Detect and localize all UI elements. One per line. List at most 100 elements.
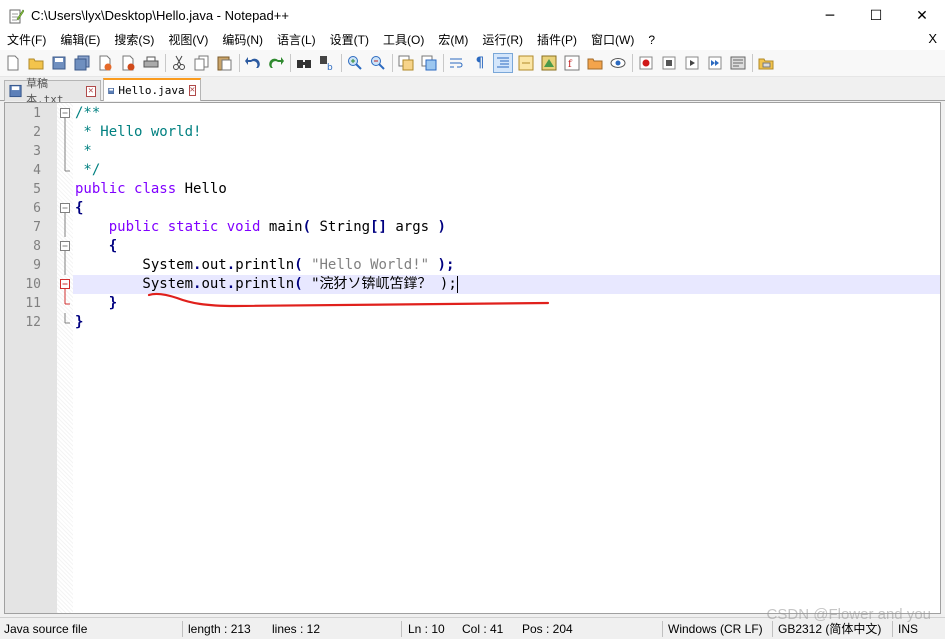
stop-record-icon[interactable] [660,54,678,72]
menu-help[interactable]: ? [641,31,662,50]
menu-run[interactable]: 运行(R) [475,31,530,50]
fold-marker[interactable] [60,199,71,218]
menu-tools[interactable]: 工具(O) [376,31,431,50]
tab-scratch[interactable]: 草稿本.txt ✕ [4,77,101,106]
replace-icon[interactable]: b [318,54,336,72]
status-position: Pos : 204 [522,622,573,636]
doc-map-icon[interactable] [540,54,558,72]
status-file-type: Java source file [4,622,88,636]
code-token: * Hello world! [75,124,202,140]
menu-plugins[interactable]: 插件(P) [530,31,584,50]
fold-marker[interactable] [60,275,71,294]
redo-icon[interactable] [267,54,285,72]
code-line[interactable]: 2 * Hello world! [33,123,940,142]
close-icon[interactable] [96,54,114,72]
indent-guide-icon[interactable] [493,53,513,73]
menu-language[interactable]: 语言(L) [270,31,323,50]
code-line[interactable]: 9 System.out.println( "Hello World!" ); [33,256,940,275]
maximize-button[interactable]: ☐ [853,0,899,31]
saved-file-icon [9,84,22,98]
fold-marker[interactable] [60,237,71,256]
menu-search[interactable]: 搜索(S) [107,31,161,50]
folder-workspace-icon[interactable] [586,54,604,72]
code-text: System.out.println( "浣犲ソ锛屼笘鐣？ ); [75,275,458,294]
run-macro-multiple-icon[interactable] [706,54,724,72]
launch-browser-icon[interactable] [757,54,775,72]
watermark: CSDN @Flower and you [766,606,931,623]
code-token: } [108,295,118,311]
minimize-button[interactable]: ─ [807,0,853,31]
menu-encoding[interactable]: 编码(N) [215,31,270,50]
line-number: 7 [33,220,41,235]
code-token: ( [294,276,303,292]
play-macro-icon[interactable] [683,54,701,72]
code-line[interactable]: 6{ [33,199,940,218]
show-all-chars-icon[interactable]: ¶ [471,54,489,72]
code-line[interactable]: 7 public static void main( String[] args… [33,218,940,237]
tab-close-icon[interactable]: ✕ [188,85,196,96]
find-icon[interactable] [295,54,313,72]
close-window-button[interactable]: ✕ [899,0,945,31]
menu-view[interactable]: 视图(V) [161,31,215,50]
line-number: 1 [33,106,41,121]
toolbar-separator [341,54,342,72]
tab-bar: 草稿本.txt ✕ Hello.java ✕ [0,77,945,106]
udl-icon[interactable] [517,54,535,72]
code-editor[interactable]: 1/** 2 * Hello world! 3 * 4 */5 public class… [4,102,941,614]
record-macro-icon[interactable] [637,54,655,72]
code-token: . [226,257,236,273]
save-all-icon[interactable] [73,54,91,72]
code-token: println [235,257,295,273]
code-token: */ [75,162,101,178]
status-eol[interactable]: Windows (CR LF) [668,618,763,639]
code-line[interactable]: 1 /** [33,104,940,123]
sync-vertical-icon[interactable] [397,54,415,72]
saved-file-icon [108,87,115,94]
code-line[interactable]: 8 { [33,237,940,256]
print-icon[interactable] [142,54,160,72]
menu-file[interactable]: 文件(F) [0,31,53,50]
code-token: class [134,181,177,197]
fold-marker[interactable] [60,104,71,123]
code-line[interactable]: 10 System.out.println( "浣犲ソ锛屼笘鐣？ ); [25,275,940,294]
code-area[interactable]: 1/** 2 * Hello world! 3 * 4 */5 public class… [25,104,940,332]
save-icon[interactable] [50,54,68,72]
tab-label: Hello.java [118,84,185,97]
word-wrap-icon[interactable] [448,54,466,72]
code-line[interactable]: 3 * [33,142,940,161]
save-macro-icon[interactable] [729,54,747,72]
menu-macro[interactable]: 宏(M) [431,31,475,50]
tab-close-icon[interactable]: ✕ [85,85,96,97]
code-token: { [108,238,118,254]
open-file-icon[interactable] [27,54,45,72]
code-token: ); [437,257,455,273]
copy-icon[interactable] [193,54,211,72]
code-token: ( [302,219,312,235]
code-text: * Hello world! [75,123,201,142]
cut-icon[interactable] [170,54,188,72]
line-number: 6 [33,201,41,216]
toolbar-separator [752,54,753,72]
menu-window[interactable]: 窗口(W) [584,31,641,50]
tab-hello-java[interactable]: Hello.java ✕ [103,78,201,101]
paste-icon[interactable] [216,54,234,72]
code-token: main [260,219,303,235]
menu-edit[interactable]: 编辑(E) [53,31,107,50]
monitoring-icon[interactable] [609,54,627,72]
menu-settings[interactable]: 设置(T) [323,31,376,50]
close-document-button[interactable]: X [928,31,937,46]
function-list-icon[interactable]: f [563,54,581,72]
code-line[interactable]: 12} [25,313,940,332]
zoom-out-icon[interactable] [369,54,387,72]
zoom-in-icon[interactable] [346,54,364,72]
sync-horizontal-icon[interactable] [420,54,438,72]
new-file-icon[interactable] [4,54,22,72]
code-line[interactable]: 5 public class Hello [33,180,940,199]
undo-icon[interactable] [244,54,262,72]
close-all-icon[interactable] [119,54,137,72]
code-line[interactable]: 4 */ [33,161,940,180]
code-line[interactable]: 11 } [25,294,940,313]
